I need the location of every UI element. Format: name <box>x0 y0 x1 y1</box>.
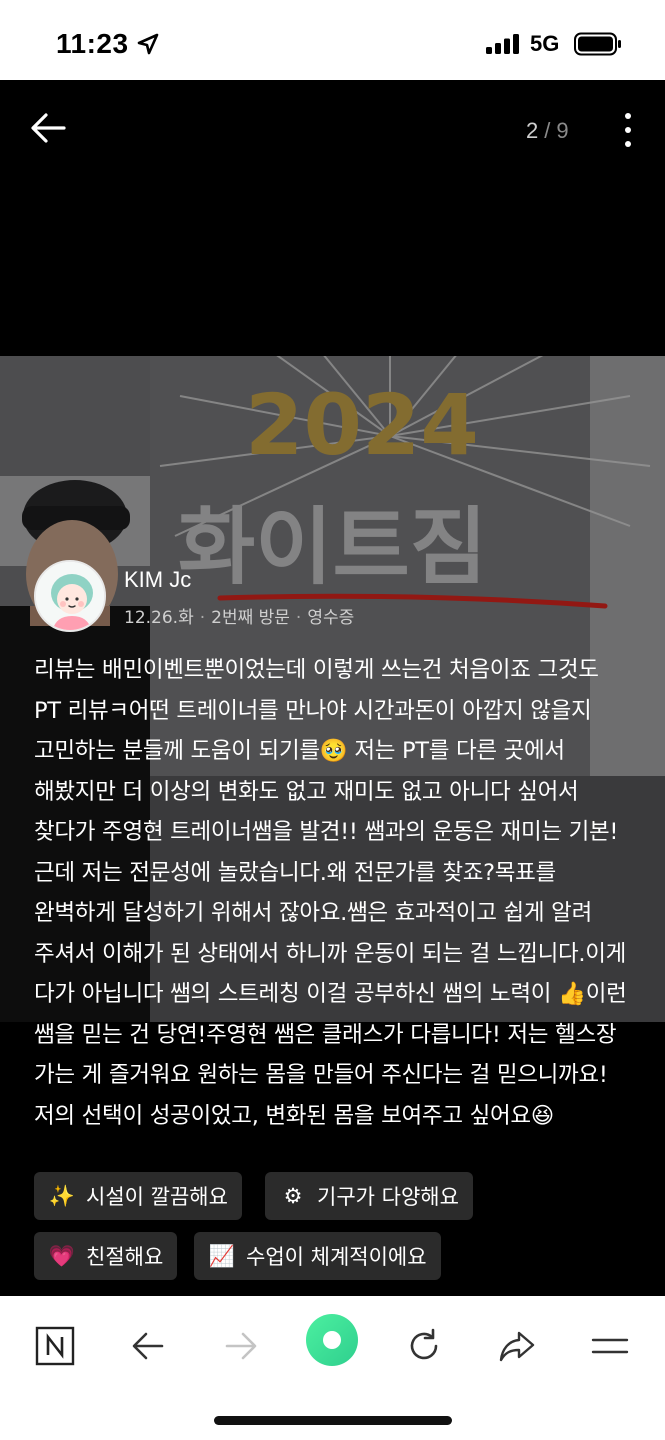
counter-separator: / <box>544 118 551 143</box>
tag-systematic-class[interactable]: 📈 수업이 체계적이에요 <box>194 1232 441 1280</box>
battery-icon <box>574 32 621 56</box>
tag-varied-equipment[interactable]: ⚙ 기구가 다양해요 <box>265 1172 473 1220</box>
tag-label: 친절해요 <box>86 1245 164 1269</box>
tag-friendly[interactable]: 💗 친절해요 <box>34 1232 178 1280</box>
author-avatar[interactable] <box>34 560 106 632</box>
back-arrow-icon[interactable] <box>26 106 70 150</box>
cellular-signal-icon <box>486 34 519 54</box>
author-name[interactable]: KIM Jc <box>124 567 191 593</box>
browser-back-button[interactable] <box>120 1318 176 1374</box>
meta-dot: · <box>295 608 302 628</box>
green-dot-icon <box>306 1314 358 1366</box>
visit-count: 2번째 방문 <box>211 608 290 628</box>
counter-current: 2 <box>526 118 539 143</box>
home-indicator[interactable] <box>214 1416 452 1425</box>
tag-label: 기구가 다양해요 <box>317 1185 459 1209</box>
more-options-icon[interactable] <box>616 110 640 150</box>
review-text: 리뷰는 배민이벤트뿐이었는데 이렇게 쓰는건 처음이죠 그것도 PT 리뷰ㅋ어떤… <box>34 657 627 1129</box>
menu-button[interactable] <box>582 1318 638 1374</box>
browser-forward-button[interactable] <box>213 1318 269 1374</box>
image-counter: 2/9 <box>526 118 569 144</box>
refresh-button[interactable] <box>396 1318 452 1374</box>
dumbbell-icon: ⚙ <box>283 1184 303 1208</box>
proof-type: 영수증 <box>307 608 355 628</box>
review-meta: 12.26.화 · 2번째 방문 · 영수증 <box>124 603 354 628</box>
hamburger-menu-icon <box>591 1338 629 1354</box>
review-date: 12.26.화 <box>124 608 194 628</box>
network-type: 5G <box>530 31 560 56</box>
back-arrow-icon <box>132 1332 164 1360</box>
status-bar: 11:23 5G <box>0 0 665 80</box>
naver-n-icon <box>35 1326 75 1366</box>
tag-label: 시설이 깔끔해요 <box>86 1185 228 1209</box>
refresh-icon <box>410 1328 438 1360</box>
sparkles-icon: ✨ <box>48 1183 76 1208</box>
forward-arrow-icon <box>225 1332 257 1360</box>
heart-icon: 💗 <box>48 1243 76 1268</box>
tag-clean-facility[interactable]: ✨ 시설이 깔끔해요 <box>34 1172 242 1220</box>
naver-home-button[interactable] <box>27 1318 83 1374</box>
counter-total: 9 <box>556 118 569 143</box>
status-time: 11:23 <box>56 28 129 59</box>
tag-label: 수업이 체계적이에요 <box>246 1245 427 1269</box>
green-dot-button[interactable] <box>302 1310 362 1370</box>
share-arrow-icon <box>499 1331 535 1362</box>
chart-increasing-icon: 📈 <box>208 1243 236 1268</box>
share-button[interactable] <box>489 1318 545 1374</box>
meta-dot: · <box>199 608 206 628</box>
location-arrow-icon <box>137 33 159 55</box>
